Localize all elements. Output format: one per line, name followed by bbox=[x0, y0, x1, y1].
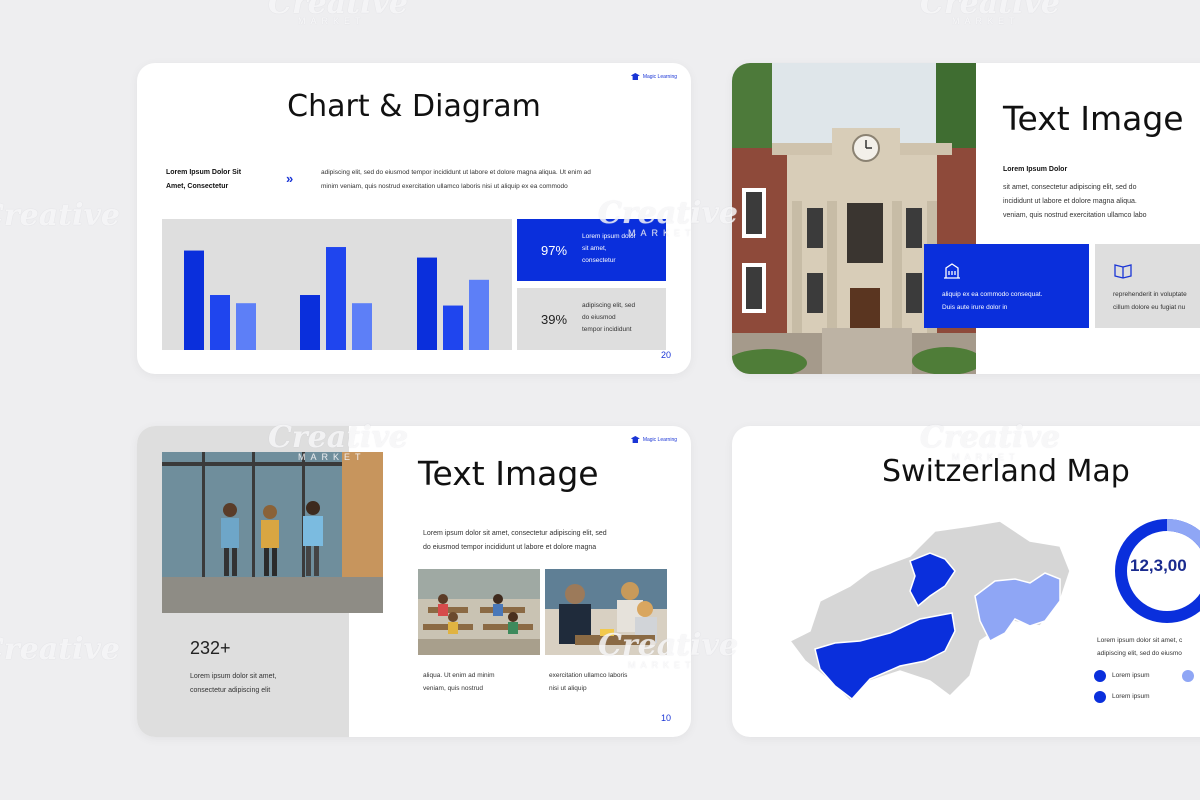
book-icon bbox=[1114, 264, 1132, 279]
chart-bar bbox=[236, 303, 256, 350]
stat-card-97: 97% Lorem ipsum dolor sit amet, consecte… bbox=[517, 219, 666, 281]
brand-logo: Magic Learning bbox=[630, 436, 677, 443]
chart-bar bbox=[326, 247, 346, 350]
slide-text-image-building[interactable]: Text Image Lorem Ipsum Dolor sit amet, c… bbox=[732, 63, 1200, 374]
body-line: do eiusmod tempor incididunt ut labore e… bbox=[423, 544, 597, 551]
card-line: cillum dolore eu fugiat nu bbox=[1113, 304, 1186, 311]
heading-line: Lorem Ipsum Dolor Sit bbox=[166, 169, 242, 176]
slide-title: Chart & Diagram bbox=[287, 89, 541, 124]
chart-bar bbox=[210, 295, 230, 350]
brand-logo: Magic Learning bbox=[630, 73, 677, 80]
body-line: veniam, quis nostrud exercitation ullamc… bbox=[1003, 212, 1147, 219]
body-line: Lorem ipsum dolor sit amet, consectetur … bbox=[423, 530, 607, 537]
legend-item-dark-2: Lorem ipsum bbox=[1094, 690, 1150, 704]
stat-value: 232+ bbox=[190, 638, 231, 658]
stat-text: adipiscing elit, sed do eiusmod tempor i… bbox=[582, 300, 635, 336]
card-text: aliquip ex ea commodo consequat. Duis au… bbox=[942, 288, 1042, 314]
body-line: Lorem ipsum dolor sit amet, c bbox=[1097, 637, 1183, 644]
slide-body-text: sit amet, consectetur adipiscing elit, s… bbox=[1003, 181, 1147, 223]
page-number: 20 bbox=[660, 350, 671, 360]
stat-value: 39% bbox=[541, 312, 568, 327]
double-chevron-icon: » bbox=[286, 171, 294, 186]
caption-line: exercitation ullamco laboris bbox=[549, 672, 628, 679]
slide-title: Text Image bbox=[418, 454, 599, 493]
watermark-logo: Creative bbox=[0, 632, 120, 667]
body-line: minim veniam, quis nostrud exercitation … bbox=[321, 183, 568, 190]
graduation-cap-icon bbox=[630, 73, 640, 80]
body-line: adipiscing elit, sed do eiusmod tempor i… bbox=[321, 169, 591, 176]
caption-1: aliqua. Ut enim ad minim veniam, quis no… bbox=[423, 669, 495, 695]
stat-line: do eiusmod bbox=[582, 314, 616, 321]
stat-card-39: 39% adipiscing elit, sed do eiusmod temp… bbox=[517, 288, 666, 350]
legend-item-dark: Lorem ipsum bbox=[1094, 669, 1150, 683]
stat-value: 97% bbox=[541, 243, 568, 258]
slide-text-image-students[interactable]: 232+ Lorem ipsum dolor sit amet, consect… bbox=[137, 426, 691, 737]
page-number: 10 bbox=[660, 713, 671, 723]
brand-label: Magic Learning bbox=[642, 436, 677, 443]
switzerland-map bbox=[760, 501, 1080, 703]
watermark-sub: MARKET bbox=[298, 16, 366, 26]
legend-swatch bbox=[1094, 691, 1106, 703]
stat-line: tempor incididunt bbox=[582, 326, 632, 333]
slide-title: Switzerland Map bbox=[882, 454, 1130, 489]
bar-chart-svg bbox=[184, 247, 489, 350]
card-line: Duis aute irure dolor in bbox=[942, 304, 1008, 311]
watermark-sub: MARKET bbox=[952, 16, 1020, 26]
caption-line: aliqua. Ut enim ad minim bbox=[423, 672, 495, 679]
slide-switzerland-map[interactable]: Switzerland Map 12,3,00 Lorem ipsum dolo… bbox=[732, 426, 1200, 737]
legend-label: Lorem ipsum bbox=[1112, 672, 1150, 679]
watermark-logo: Creative bbox=[0, 198, 120, 233]
body-line: sit amet, consectetur adipiscing elit, s… bbox=[1003, 184, 1137, 191]
chart-bar bbox=[443, 305, 463, 350]
brand-label: Magic Learning bbox=[642, 73, 677, 80]
legend-label: Lorem ipsum bbox=[1112, 693, 1150, 700]
stat-line: sit amet, bbox=[582, 245, 607, 252]
graduation-cap-icon bbox=[630, 436, 640, 443]
map-body-text: Lorem ipsum dolor sit amet, c adipiscing… bbox=[1097, 634, 1182, 660]
chart-bar bbox=[417, 257, 437, 350]
chart-bar bbox=[184, 250, 204, 350]
stat-text: Lorem ipsum dolor sit amet, consectetur … bbox=[190, 670, 276, 698]
watermark-logo: Creative bbox=[920, 0, 1060, 21]
card-line: reprehenderit in voluptate bbox=[1113, 291, 1187, 298]
legend-swatch bbox=[1094, 670, 1106, 682]
caption-2: exercitation ullamco laboris nisi ut ali… bbox=[549, 669, 627, 695]
watermark-logo: Creative bbox=[268, 0, 408, 21]
bar-chart bbox=[162, 219, 512, 350]
chart-bar bbox=[300, 295, 320, 350]
classroom-photo-1 bbox=[418, 569, 540, 655]
slide-body-text: Lorem ipsum dolor sit amet, consectetur … bbox=[423, 527, 607, 555]
stat-line: Lorem ipsum dolor sit amet, bbox=[190, 673, 277, 680]
donut-value: 12,3,00 bbox=[1130, 556, 1187, 575]
caption-line: veniam, quis nostrud bbox=[423, 685, 483, 692]
slide-heading: Lorem Ipsum Dolor Sit Amet, Consectetur bbox=[166, 166, 241, 194]
body-line: incididunt ut labore et dolore magna ali… bbox=[1003, 198, 1137, 205]
slide-subtitle: Lorem Ipsum Dolor bbox=[1003, 166, 1068, 173]
students-photo bbox=[162, 452, 383, 613]
info-card-blue: aliquip ex ea commodo consequat. Duis au… bbox=[924, 244, 1089, 328]
stat-line: Lorem ipsum dolor bbox=[582, 233, 636, 240]
chart-bar bbox=[352, 303, 372, 350]
legend-swatch bbox=[1182, 670, 1194, 682]
slide-body-text: adipiscing elit, sed do eiusmod tempor i… bbox=[321, 166, 591, 194]
stat-line: consectetur adipiscing elit bbox=[190, 687, 271, 694]
classroom-photo-2 bbox=[545, 569, 667, 655]
legend-item-light: L bbox=[1182, 669, 1200, 683]
slide-title: Text Image bbox=[1003, 99, 1184, 138]
donut-chart: 12,3,00 bbox=[1112, 516, 1200, 626]
body-line: adipiscing elit, sed do eiusmo bbox=[1097, 650, 1182, 657]
building-icon bbox=[944, 263, 960, 279]
stat-line: consectetur bbox=[582, 257, 616, 264]
chart-bar bbox=[469, 279, 489, 350]
slide-chart-diagram[interactable]: Magic Learning Chart & Diagram Lorem Ips… bbox=[137, 63, 691, 374]
stat-line: adipiscing elit, sed bbox=[582, 302, 636, 309]
stat-text: Lorem ipsum dolor sit amet, consectetur bbox=[582, 231, 636, 267]
heading-line: Amet, Consectetur bbox=[166, 183, 229, 190]
card-text: reprehenderit in voluptate cillum dolore… bbox=[1113, 288, 1187, 314]
info-card-grey: reprehenderit in voluptate cillum dolore… bbox=[1095, 244, 1200, 328]
card-line: aliquip ex ea commodo consequat. bbox=[942, 291, 1043, 298]
caption-line: nisi ut aliquip bbox=[549, 685, 587, 692]
